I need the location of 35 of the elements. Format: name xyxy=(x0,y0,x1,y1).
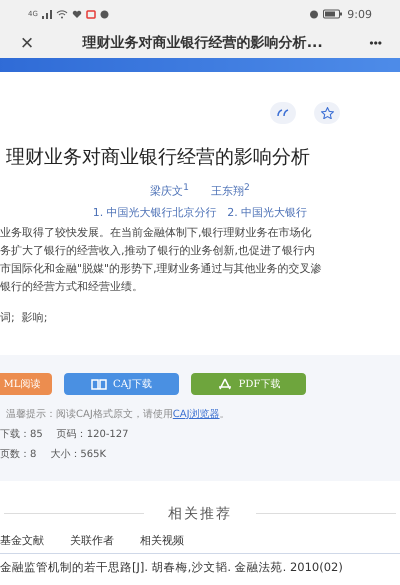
author-link[interactable]: 梁庆文$^{1}$ xyxy=(150,182,189,199)
abstract-line: 银行的经营方式和经营业绩。 xyxy=(0,278,144,295)
quote-icon xyxy=(277,109,289,117)
battery-icon xyxy=(323,9,344,19)
heart-icon xyxy=(72,10,82,18)
related-article-link[interactable]: 金融监管机制的若干思路[J]. 胡春梅,沙文韬. 金融法苑. 2010(02) xyxy=(0,554,400,575)
star-icon xyxy=(320,107,334,119)
keywords: 词; 影响; xyxy=(0,310,48,325)
related-tab[interactable]: 基金文献 xyxy=(0,532,44,548)
close-button[interactable]: × xyxy=(12,30,42,56)
clock-time: 9:09 xyxy=(347,8,372,20)
circle-icon xyxy=(100,10,109,18)
author-link[interactable]: 王东翔$^{2}$ xyxy=(211,182,250,199)
section-heading: 相关推荐 xyxy=(168,504,232,523)
stat-text: 页码：120-127 xyxy=(56,428,129,441)
tip-text: 温馨提示：阅读CAJ格式原文，请使用CAJ浏览器。 xyxy=(5,408,231,421)
signal-icon xyxy=(42,10,52,18)
abstract-line: 业务取得了较快发展。在当前金融体制下,银行理财业务在市场化 xyxy=(0,224,312,241)
square-icon xyxy=(86,10,96,18)
wifi-icon xyxy=(56,10,68,18)
related-tab[interactable]: 关联作者 xyxy=(70,532,114,548)
stat-text: 下载：85 xyxy=(0,428,43,441)
book-icon xyxy=(91,378,108,390)
cite-button[interactable] xyxy=(270,102,296,124)
affiliations: 1. 中国光大银行北京分行 2. 中国光大银行 xyxy=(92,204,308,220)
stat-text: 页数：8 xyxy=(0,448,36,461)
more-button[interactable]: ••• xyxy=(363,36,388,50)
abstract-line: 务扩大了银行的经营收入,推动了银行的业务创新,也促进了银行内 xyxy=(0,242,316,259)
caj-browser-link[interactable]: CAJ浏览器 xyxy=(172,408,220,420)
favorite-button[interactable] xyxy=(314,102,340,124)
stat-text: 大小：565K xyxy=(50,448,106,461)
abstract-line: 市国际化和金融"脱媒"的形势下,理财业务通过与其他业务的交叉渗 xyxy=(0,260,323,277)
article-title: 理财业务对商业银行经营的影响分析 xyxy=(5,145,311,170)
related-tab[interactable]: 相关视频 xyxy=(140,532,184,548)
page-title: 理财业务对商业银行经营的影响分析... xyxy=(81,34,324,52)
